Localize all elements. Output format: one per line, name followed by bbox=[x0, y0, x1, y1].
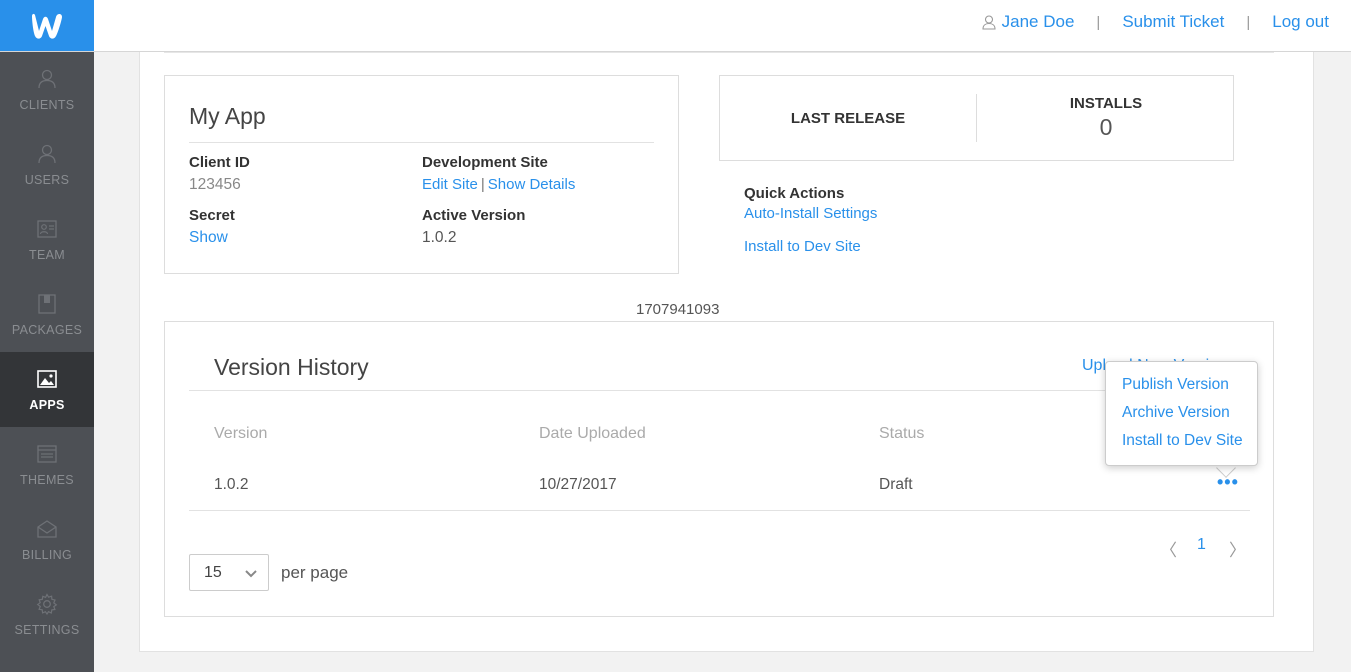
divider bbox=[189, 142, 654, 143]
nav-separator: | bbox=[1096, 13, 1101, 31]
sidebar-item-label: PACKAGES bbox=[11, 322, 83, 337]
last-release-label: LAST RELEASE bbox=[790, 109, 906, 127]
secret-label: Secret bbox=[189, 207, 235, 224]
dev-site-label: Development Site bbox=[422, 154, 548, 171]
client-id-value: 123456 bbox=[189, 176, 241, 193]
installs-label: INSTALLS bbox=[1069, 95, 1143, 112]
per-page-label: per page bbox=[281, 563, 349, 582]
active-version-value: 1.0.2 bbox=[422, 229, 457, 246]
dev-site-field: Development Site Edit Site | Show Details bbox=[422, 154, 575, 193]
sidebar-item-users[interactable]: USERS bbox=[0, 127, 94, 202]
auto-install-settings-link[interactable]: Auto-Install Settings bbox=[744, 205, 877, 222]
row-status-cell: Draft bbox=[879, 476, 913, 493]
row-actions-dropdown: Publish Version Archive Version Install … bbox=[1105, 361, 1258, 466]
per-page-value: 15 bbox=[204, 563, 222, 581]
billing-icon bbox=[37, 519, 57, 538]
user-icon bbox=[38, 69, 56, 88]
install-to-dev-site-link[interactable]: Install to Dev Site bbox=[744, 238, 861, 255]
team-card-icon bbox=[37, 219, 57, 238]
secret-show-link[interactable]: Show bbox=[189, 229, 228, 246]
divider bbox=[189, 390, 1250, 391]
sidebar-item-label: BILLING bbox=[21, 547, 73, 562]
row-version-cell: 1.0.2 bbox=[214, 476, 249, 493]
column-header-version: Version bbox=[214, 425, 268, 442]
client-id-label: Client ID bbox=[189, 154, 250, 171]
page-1-button[interactable]: 1 bbox=[1197, 536, 1206, 554]
app-info-card: My App Client ID 123456 Secret Show Deve… bbox=[164, 75, 679, 274]
installs-stat: INSTALLS 0 bbox=[977, 95, 1235, 141]
user-menu[interactable]: Jane Doe bbox=[982, 12, 1075, 32]
publish-version-menu-item[interactable]: Publish Version bbox=[1106, 375, 1257, 403]
sidebar-item-settings[interactable]: SETTINGS bbox=[0, 577, 94, 652]
sidebar-item-apps[interactable]: APPS bbox=[0, 352, 94, 427]
secret-field: Secret Show bbox=[189, 207, 235, 247]
row-date-cell: 10/27/2017 bbox=[539, 476, 617, 493]
version-history-title: Version History bbox=[214, 354, 369, 380]
image-icon bbox=[37, 369, 57, 388]
user-icon bbox=[38, 144, 56, 163]
sidebar-item-themes[interactable]: THEMES bbox=[0, 427, 94, 502]
sidebar: CLIENTS USERS TEAM PACKAGES APPS THEMES … bbox=[0, 52, 94, 672]
link-separator: | bbox=[480, 176, 485, 193]
quick-actions: Quick Actions Auto-Install Settings Inst… bbox=[744, 185, 877, 255]
sidebar-item-team[interactable]: TEAM bbox=[0, 202, 94, 277]
sidebar-item-billing[interactable]: BILLING bbox=[0, 502, 94, 577]
top-nav: Jane Doe | Submit Ticket | Log out bbox=[982, 12, 1329, 32]
user-name: Jane Doe bbox=[1001, 12, 1075, 31]
active-version-field: Active Version 1.0.2 bbox=[422, 207, 525, 247]
next-page-button[interactable]: 〉 bbox=[1229, 536, 1246, 561]
chevron-down-icon bbox=[245, 570, 257, 578]
sidebar-item-label: THEMES bbox=[20, 472, 74, 487]
themes-icon bbox=[37, 444, 57, 463]
weebly-w-icon bbox=[32, 13, 62, 39]
show-details-link[interactable]: Show Details bbox=[488, 176, 576, 193]
divider bbox=[164, 52, 1274, 53]
per-page-select[interactable]: 15 bbox=[189, 554, 269, 591]
edit-site-link[interactable]: Edit Site bbox=[422, 176, 478, 193]
active-version-label: Active Version bbox=[422, 207, 526, 224]
sidebar-item-label: USERS bbox=[24, 172, 70, 187]
prev-page-button[interactable]: 〈 bbox=[1160, 536, 1177, 561]
nav-separator: | bbox=[1246, 13, 1251, 31]
user-icon bbox=[982, 14, 996, 30]
archive-version-menu-item[interactable]: Archive Version bbox=[1106, 403, 1257, 431]
log-out-link[interactable]: Log out bbox=[1272, 12, 1329, 32]
timestamp-text: 1707941093 bbox=[636, 301, 720, 318]
package-icon bbox=[38, 293, 56, 314]
table-row-divider bbox=[189, 510, 1250, 511]
install-to-dev-site-menu-item[interactable]: Install to Dev Site bbox=[1106, 431, 1257, 459]
top-bar: Jane Doe | Submit Ticket | Log out bbox=[0, 0, 1351, 52]
app-title: My App bbox=[189, 103, 266, 129]
sidebar-item-label: APPS bbox=[29, 397, 65, 412]
stats-card: LAST RELEASE INSTALLS 0 bbox=[719, 75, 1234, 161]
quick-actions-label: Quick Actions bbox=[744, 185, 845, 202]
sidebar-item-label: TEAM bbox=[29, 247, 65, 262]
submit-ticket-link[interactable]: Submit Ticket bbox=[1122, 12, 1224, 32]
sidebar-item-label: CLIENTS bbox=[19, 97, 75, 112]
gear-icon bbox=[36, 592, 58, 615]
sidebar-item-clients[interactable]: CLIENTS bbox=[0, 52, 94, 127]
installs-value: 0 bbox=[1099, 114, 1113, 140]
weebly-logo[interactable] bbox=[0, 0, 94, 51]
sidebar-item-packages[interactable]: PACKAGES bbox=[0, 277, 94, 352]
client-id-field: Client ID 123456 bbox=[189, 154, 250, 194]
column-header-status: Status bbox=[879, 425, 925, 442]
sidebar-item-label: SETTINGS bbox=[14, 622, 80, 637]
column-header-date: Date Uploaded bbox=[539, 425, 646, 442]
